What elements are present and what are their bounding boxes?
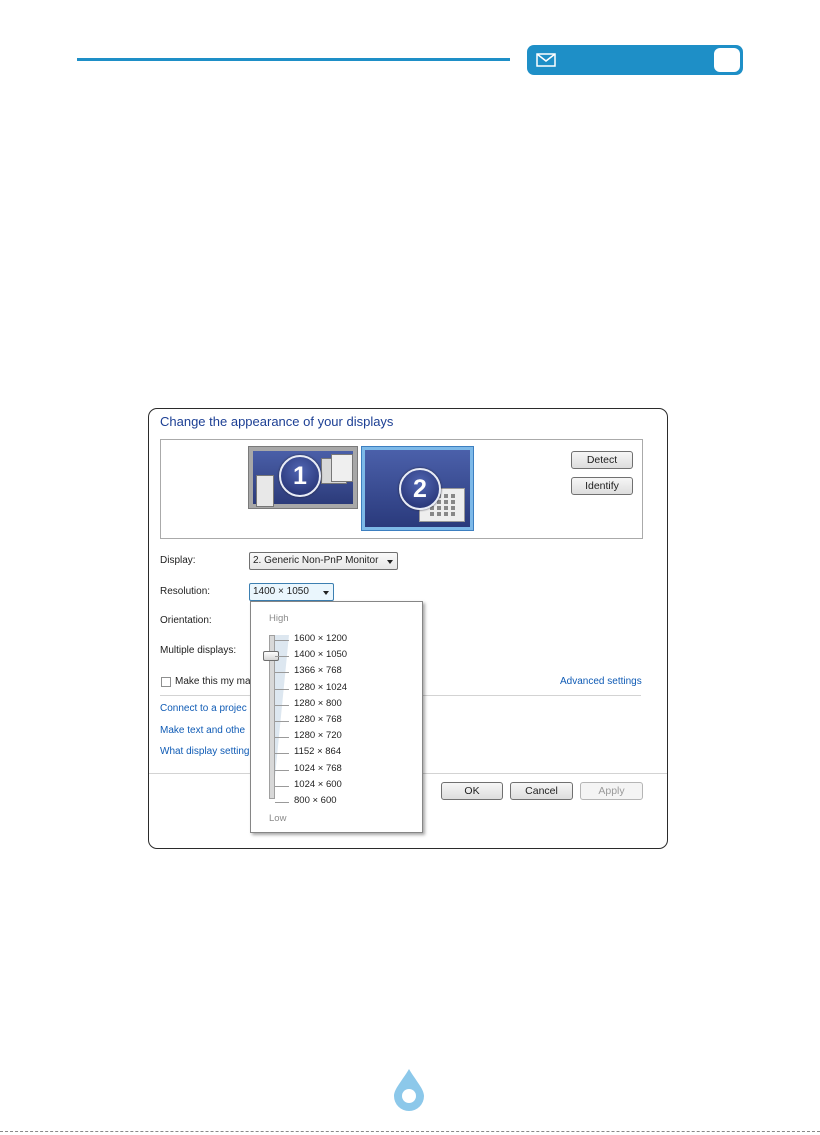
water-drop-icon [394,1069,424,1111]
resolution-option[interactable]: 1600 × 1200 [294,633,347,644]
connect-projector-link[interactable]: Connect to a projec [160,703,247,714]
main-display-checkbox[interactable] [161,677,171,687]
resolution-option[interactable]: 1280 × 720 [294,730,342,741]
slider-tick [275,688,289,690]
chevron-down-icon [387,560,393,564]
resolution-dropdown: High Low 1600 × 1200 1400 × 1050 1366 × 76… [250,601,423,833]
resolution-option[interactable]: 800 × 600 [294,795,337,806]
display-label: Display: [160,555,196,566]
monitor-1-badge: 1 [279,455,321,497]
display-settings-dialog: Change the appearance of your displays 1… [148,408,668,849]
slider-tick [275,802,289,803]
resolution-label: Resolution: [160,586,211,597]
slider-tick [275,672,289,674]
header-tab [527,45,743,75]
detect-button[interactable]: Detect [571,451,633,469]
display-select[interactable]: 2. Generic Non-PnP Monitor [249,552,398,570]
page-edge [0,1131,820,1132]
multiple-displays-label: Multiple displays: [160,645,237,656]
resolution-option[interactable]: 1280 × 800 [294,698,342,709]
identify-button[interactable]: Identify [571,477,633,495]
display-settings-help-link[interactable]: What display setting [160,746,250,757]
slider-tick [275,640,289,641]
text-size-link[interactable]: Make text and othe [160,725,245,736]
slider-tick [275,769,289,771]
resolution-option[interactable]: 1024 × 768 [294,763,342,774]
apply-button[interactable]: Apply [580,782,643,800]
monitor-preview: 1 2 Detect Identify [160,439,643,539]
slider-tick [275,704,289,706]
resolution-option[interactable]: 1152 × 864 [294,746,341,757]
monitor-2-badge: 2 [399,468,441,510]
window-thumbnail [331,454,353,482]
orientation-label: Orientation: [160,615,212,626]
resolution-select[interactable]: 1400 × 1050 [249,583,334,601]
resolution-option[interactable]: 1024 × 600 [294,779,342,790]
resolution-option[interactable]: 1280 × 768 [294,714,342,725]
envelope-icon [536,53,556,67]
resolution-select-value: 1400 × 1050 [253,586,309,597]
resolution-option[interactable]: 1400 × 1050 [294,649,347,660]
header-rule [77,58,510,61]
advanced-settings-link[interactable]: Advanced settings [560,676,642,687]
display-select-value: 2. Generic Non-PnP Monitor [253,555,379,566]
slider-tick [275,753,289,755]
low-label: Low [269,813,287,824]
slider-tick [275,785,289,787]
window-thumbnail [256,475,274,507]
slider-tick [275,656,289,658]
header-tab-end [714,48,740,72]
dialog-title: Change the appearance of your displays [160,414,394,429]
ok-button[interactable]: OK [441,782,503,800]
cancel-button[interactable]: Cancel [510,782,573,800]
resolution-option[interactable]: 1280 × 1024 [294,682,347,693]
high-label: High [269,613,289,624]
resolution-option[interactable]: 1366 × 768 [294,665,342,676]
slider-tick [275,737,289,739]
main-display-checkbox-label: Make this my ma [175,676,251,687]
slider-tick [275,721,289,722]
chevron-down-icon [323,591,329,595]
